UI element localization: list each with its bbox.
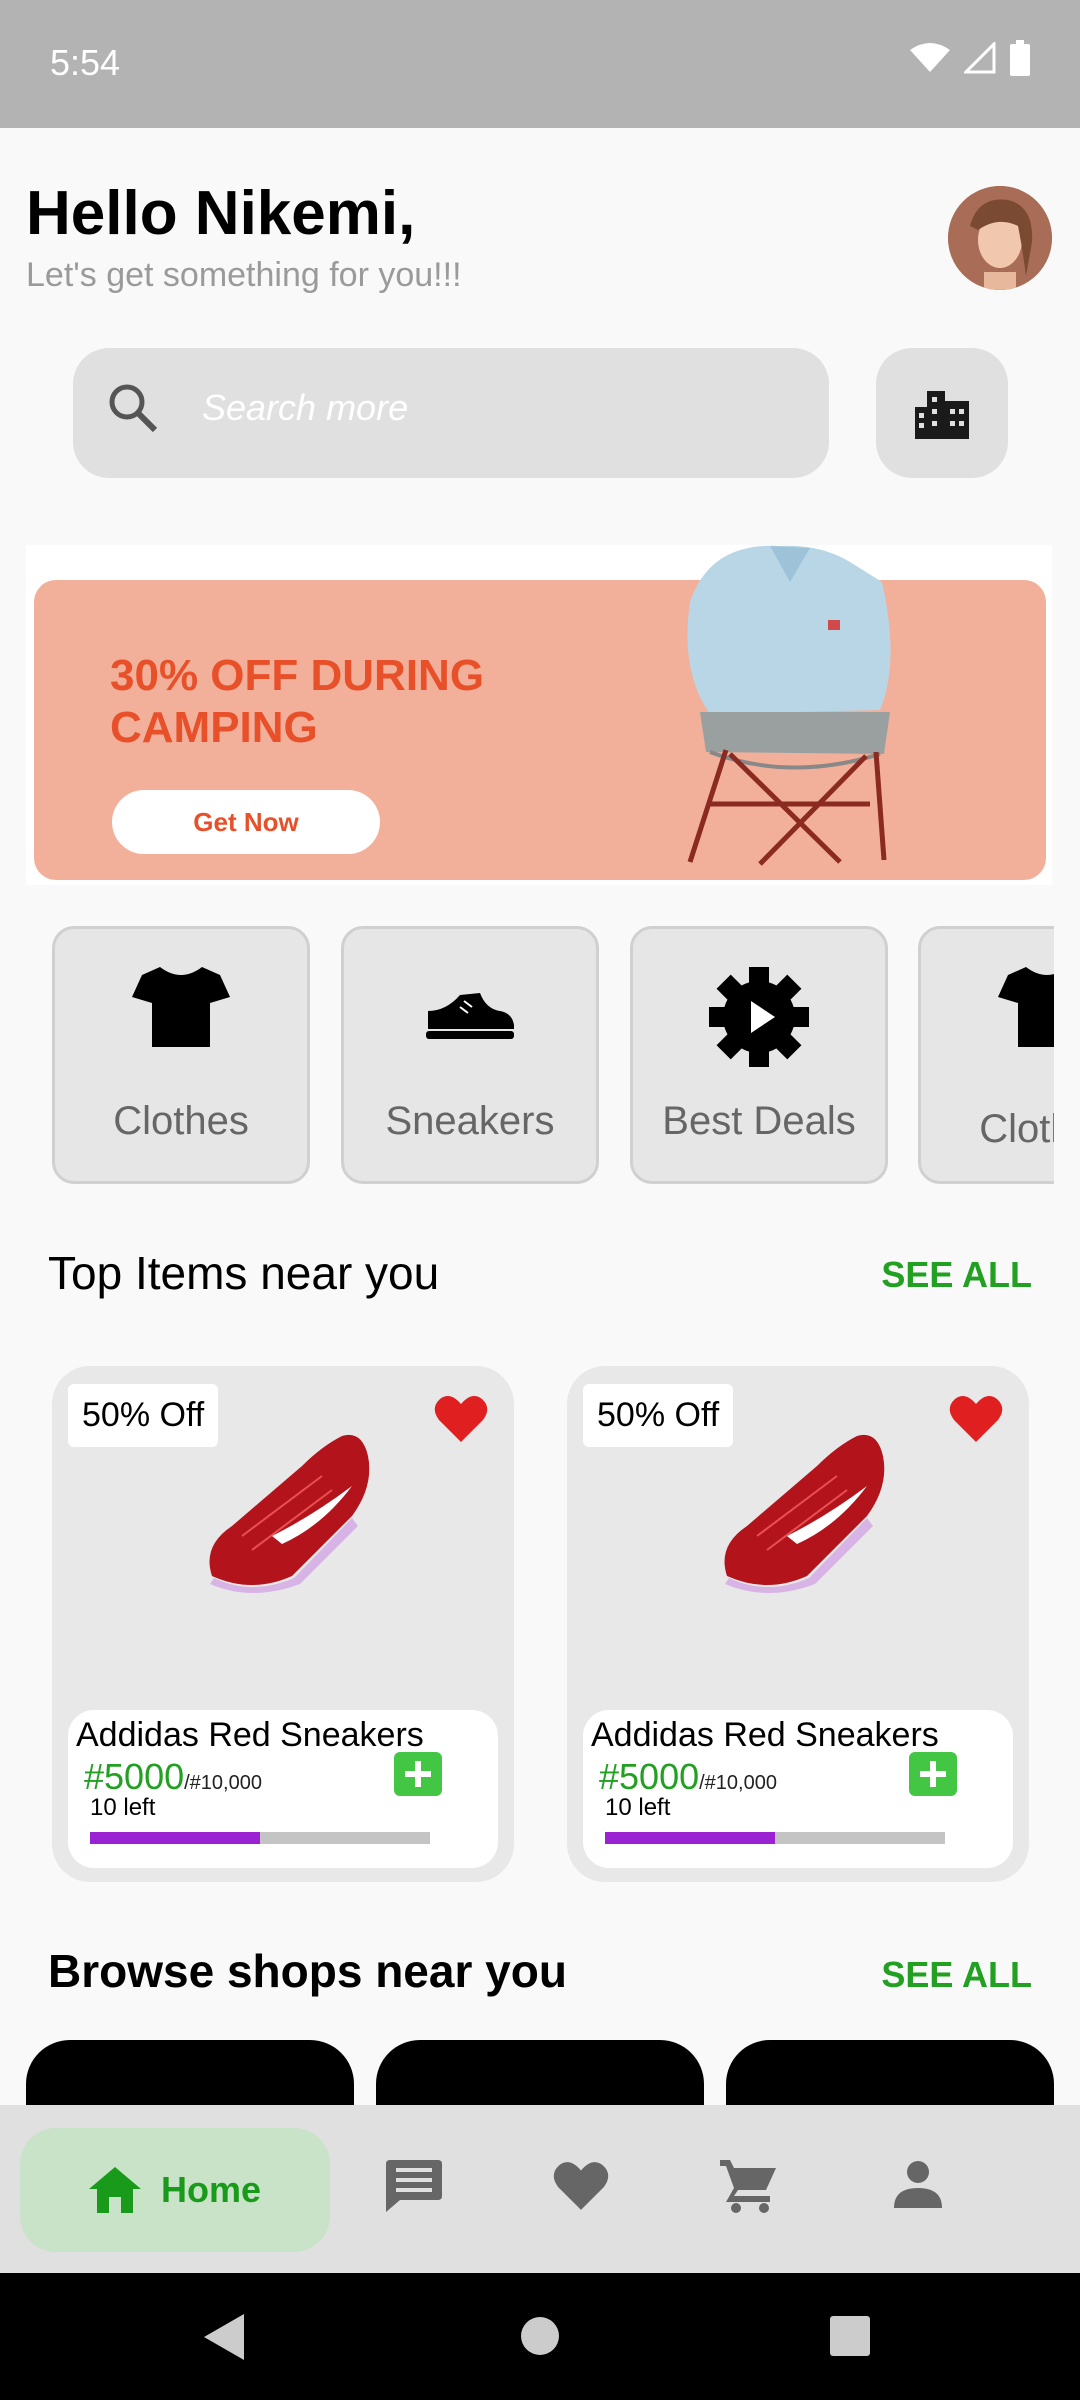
price-current: #5000 [599, 1756, 700, 1797]
search-icon [109, 384, 158, 433]
deals-icon [709, 967, 809, 1067]
wifi-icon [910, 43, 950, 72]
tshirt-icon [998, 967, 1054, 1047]
sneaker-image [209, 1434, 370, 1593]
sneaker-icon [426, 993, 514, 1039]
product-name: Addidas Red Sneakers [591, 1716, 939, 1754]
category-best-deals[interactable]: Best Deals [630, 926, 888, 1184]
top-items-see-all[interactable]: SEE ALL [881, 1254, 1032, 1296]
stock-progress-bar [605, 1832, 945, 1844]
building-icon [915, 391, 969, 439]
status-time: 5:54 [50, 42, 121, 83]
category-label: Sneakers [385, 1099, 555, 1143]
product-price: #5000/#10,000 [599, 1756, 777, 1798]
stock-left: 10 left [90, 1794, 156, 1821]
add-to-cart-button[interactable] [394, 1752, 442, 1796]
get-now-button[interactable]: Get Now [112, 790, 380, 854]
shops-see-all[interactable]: SEE ALL [881, 1954, 1032, 1996]
shirt-chair-image [687, 545, 891, 866]
add-to-cart-button[interactable] [909, 1752, 957, 1796]
product-name: Addidas Red Sneakers [76, 1716, 424, 1754]
nav-home-label: Home [160, 2169, 262, 2210]
product-info: Addidas Red Sneakers #5000/#10,000 10 le… [583, 1710, 1013, 1868]
category-sneakers[interactable]: Sneakers [341, 926, 599, 1184]
status-icons [910, 40, 1030, 76]
category-label: Best Deals [662, 1099, 856, 1143]
category-carousel[interactable]: Clothes Sneakers Best Deals Clot [0, 900, 1054, 1210]
greeting-subtitle: Let's get something for you!!! [26, 256, 462, 294]
plus-icon [405, 1761, 431, 1787]
promo-banner-title: 30% OFF DURING CAMPING [110, 651, 485, 752]
shops-title: Browse shops near you [48, 1945, 567, 1997]
price-original: /#10,000 [699, 1772, 777, 1794]
search-input[interactable] [200, 382, 804, 434]
category-clothes[interactable]: Clothes [52, 926, 310, 1184]
battery-icon [1010, 40, 1030, 76]
greeting-title: Hello Nikemi, [26, 179, 416, 248]
heart-icon[interactable] [949, 1394, 1003, 1442]
nav-messages-icon[interactable] [386, 2160, 442, 2212]
nav-cart-icon[interactable] [720, 2160, 776, 2214]
avatar-image [948, 186, 1052, 290]
product-info: Addidas Red Sneakers #5000/#10,000 10 le… [68, 1710, 498, 1868]
heart-icon[interactable] [434, 1394, 488, 1442]
avatar[interactable] [948, 186, 1052, 290]
stock-progress-fill [90, 1832, 260, 1844]
plus-icon [920, 1761, 946, 1787]
product-price: #5000/#10,000 [84, 1756, 262, 1798]
top-items-title: Top Items near you [48, 1247, 440, 1299]
tshirt-icon [132, 967, 230, 1047]
sneaker-image [724, 1434, 885, 1593]
home-circle-icon[interactable] [520, 2316, 560, 2356]
back-icon[interactable] [204, 2314, 244, 2360]
product-card[interactable]: 50% Off Addidas Red Sneakers #5000/#10,0… [567, 1366, 1029, 1882]
stock-progress-bar [90, 1832, 430, 1844]
category-clothes-2[interactable]: Clothes [918, 926, 1054, 1184]
store-button[interactable] [876, 348, 1008, 478]
signal-icon [964, 42, 996, 74]
recents-icon[interactable] [830, 2316, 870, 2356]
nav-home[interactable]: Home [20, 2128, 330, 2252]
nav-favorites-icon[interactable] [553, 2160, 609, 2210]
product-card[interactable]: 50% Off Addidas Red Sneakers #5000/#10,0… [52, 1366, 514, 1882]
price-current: #5000 [84, 1756, 185, 1797]
price-original: /#10,000 [184, 1772, 262, 1794]
stock-left: 10 left [605, 1794, 671, 1821]
stock-progress-fill [605, 1832, 775, 1844]
home-icon [88, 2167, 141, 2213]
category-label: Clothes [979, 1107, 1054, 1151]
nav-profile-icon[interactable] [894, 2160, 942, 2208]
category-label: Clothes [113, 1099, 249, 1143]
